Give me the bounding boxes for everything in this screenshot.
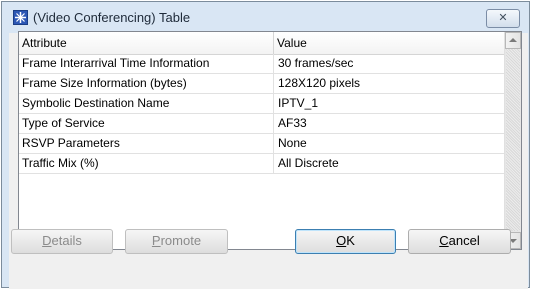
attribute-cell: Frame Interarrival Time Information (19, 54, 274, 73)
value-cell[interactable]: 128X120 pixels (277, 74, 504, 93)
promote-button[interactable]: Promote (125, 229, 228, 254)
table-row[interactable]: Frame Size Information (bytes) 128X120 p… (19, 74, 504, 94)
title-bar[interactable]: (Video Conferencing) Table ✕ (2, 2, 529, 33)
close-icon: ✕ (498, 12, 508, 24)
value-cell[interactable]: IPTV_1 (277, 94, 504, 113)
table-row[interactable]: Traffic Mix (%) All Discrete (19, 154, 504, 174)
chevron-up-icon (509, 38, 517, 42)
attribute-cell: RSVP Parameters (19, 134, 274, 153)
cancel-button[interactable]: Cancel (408, 229, 511, 254)
details-mnemonic: D (42, 233, 52, 248)
value-cell[interactable]: 30 frames/sec (277, 54, 504, 73)
column-header-value[interactable]: Value (274, 32, 504, 54)
column-header-attribute[interactable]: Attribute (19, 32, 274, 54)
scroll-up-button[interactable] (505, 32, 521, 49)
app-icon (13, 10, 28, 25)
table-header: Attribute Value (19, 32, 504, 55)
attribute-cell: Traffic Mix (%) (19, 154, 274, 173)
scroll-track[interactable] (506, 49, 520, 231)
attribute-cell: Frame Size Information (bytes) (19, 74, 274, 93)
details-button[interactable]: Details (11, 229, 113, 254)
value-cell[interactable]: All Discrete (277, 154, 504, 173)
table-dialog: (Video Conferencing) Table ✕ Attribute V… (1, 1, 530, 289)
table-body: Frame Interarrival Time Information 30 f… (19, 54, 504, 174)
close-button[interactable]: ✕ (486, 9, 520, 28)
ok-button[interactable]: OK (295, 229, 396, 254)
cancel-label: ancel (448, 233, 480, 248)
cancel-mnemonic: C (439, 233, 449, 248)
attribute-cell: Symbolic Destination Name (19, 94, 274, 113)
attribute-cell: Type of Service (19, 114, 274, 133)
table-row[interactable]: RSVP Parameters None (19, 134, 504, 154)
window-title: (Video Conferencing) Table (33, 10, 191, 25)
promote-mnemonic: P (151, 233, 161, 248)
table-row[interactable]: Type of Service AF33 (19, 114, 504, 134)
attribute-table: Attribute Value Frame Interarrival Time … (18, 31, 522, 250)
details-label: etails (51, 233, 82, 248)
table-row[interactable]: Frame Interarrival Time Information 30 f… (19, 54, 504, 74)
promote-label: romote (160, 233, 202, 248)
value-cell[interactable]: None (277, 134, 504, 153)
vertical-scrollbar[interactable] (504, 32, 521, 249)
value-cell[interactable]: AF33 (277, 114, 504, 133)
ok-label: K (346, 233, 355, 248)
table-row[interactable]: Symbolic Destination Name IPTV_1 (19, 94, 504, 114)
ok-mnemonic: O (336, 233, 347, 248)
